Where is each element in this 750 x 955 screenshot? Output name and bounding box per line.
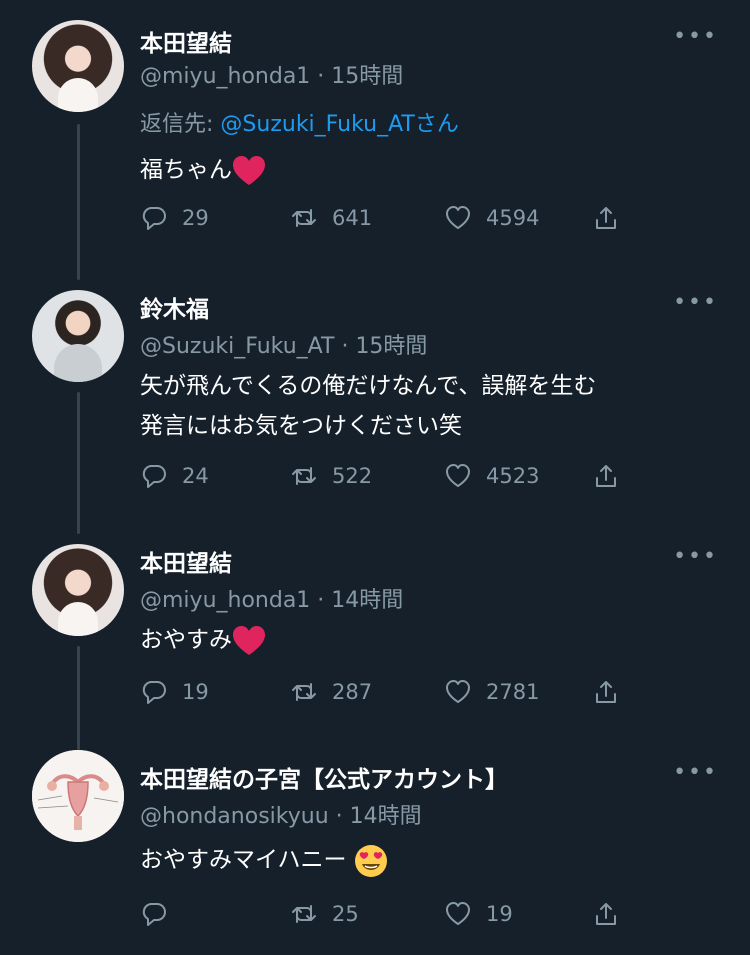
share-icon: [596, 681, 616, 703]
handle-line: @Suzuki_Fuku_AT · 15時間: [140, 328, 427, 360]
handle[interactable]: @miyu_honda1: [140, 588, 310, 613]
retweet-button[interactable]: 287: [290, 678, 372, 706]
retweet-count: 641: [332, 206, 373, 230]
reply-to: 返信先: @Suzuki_Fuku_ATさん: [140, 106, 459, 138]
share-icon: [596, 465, 616, 487]
like-count: 2781: [486, 680, 540, 704]
tweet-text: 福ちゃん: [140, 152, 720, 188]
tweet-actions: 24 522 4523: [140, 462, 640, 492]
display-name[interactable]: 本田望結: [140, 24, 232, 58]
like-count: 4523: [486, 464, 540, 488]
tweet[interactable]: 本田望結 ••• @miyu_honda1 · 15時間 返信先: @Suzuk…: [0, 0, 750, 270]
retweet-count: 287: [332, 680, 373, 704]
heart-icon: [446, 464, 470, 487]
reply-icon: [142, 903, 166, 926]
reply-button[interactable]: 24: [140, 462, 209, 490]
like-button[interactable]: 4594: [444, 204, 539, 232]
like-count: 4594: [486, 206, 540, 230]
tweet-text-content: おやすみマイハニー: [140, 847, 347, 873]
retweet-count: 522: [332, 464, 373, 488]
retweet-count: 25: [332, 902, 359, 926]
avatar[interactable]: [32, 290, 124, 382]
display-name[interactable]: 本田望結の子宮【公式アカウント】: [140, 760, 508, 794]
timestamp[interactable]: 15時間: [331, 64, 403, 89]
avatar[interactable]: [32, 750, 124, 842]
reply-button[interactable]: 19: [140, 678, 209, 706]
like-button[interactable]: 2781: [444, 678, 539, 706]
like-count: 19: [486, 902, 513, 926]
share-button[interactable]: [592, 204, 620, 232]
handle[interactable]: @hondanosikyuu: [140, 804, 329, 829]
reply-icon: [142, 465, 166, 488]
avatar[interactable]: [32, 20, 124, 112]
share-button[interactable]: [592, 900, 620, 928]
share-icon: [596, 207, 616, 229]
tweet-text-content: おやすみ: [140, 627, 232, 653]
heart-icon: [446, 902, 470, 925]
retweet-icon: [292, 467, 316, 485]
reply-label: 返信先:: [140, 112, 214, 137]
reply-button[interactable]: 29: [140, 204, 209, 232]
diagram-avatar-image: [32, 750, 124, 842]
retweet-icon: [292, 209, 316, 227]
more-options-icon[interactable]: •••: [673, 290, 718, 315]
share-icon: [596, 903, 616, 925]
tweet-text: 矢が飛んでくるの俺だけなんで、誤解を生む 発言にはお気をつけください笑: [140, 368, 720, 444]
handle-line: @miyu_honda1 · 14時間: [140, 582, 403, 614]
share-button[interactable]: [592, 678, 620, 706]
reply-count: 29: [182, 206, 209, 230]
reply-icon: [142, 207, 166, 230]
handle-line: @hondanosikyuu · 14時間: [140, 798, 422, 830]
handle-line: @miyu_honda1 · 15時間: [140, 58, 403, 90]
retweet-icon: [292, 683, 316, 701]
tweet-actions: 25 19: [140, 900, 640, 930]
display-name[interactable]: 鈴木福: [140, 290, 209, 324]
tweet-actions: 29 641 4594: [140, 204, 640, 234]
tweet[interactable]: 鈴木福 ••• @Suzuki_Fuku_AT · 15時間 矢が飛んでくるの俺…: [0, 270, 750, 540]
retweet-icon: [292, 905, 316, 923]
more-options-icon[interactable]: •••: [673, 760, 718, 785]
timestamp[interactable]: 14時間: [331, 588, 403, 613]
tweet-text-line: 矢が飛んでくるの俺だけなんで、誤解を生む: [140, 373, 597, 399]
reply-to-link[interactable]: @Suzuki_Fuku_ATさん: [220, 112, 458, 137]
reply-button[interactable]: [140, 900, 182, 928]
avatar[interactable]: [32, 544, 124, 636]
heart-emoji-icon: [233, 155, 265, 185]
like-button[interactable]: 19: [444, 900, 513, 928]
reply-count: 19: [182, 680, 209, 704]
retweet-button[interactable]: 641: [290, 204, 372, 232]
tweet-text-content: 福ちゃん: [140, 157, 232, 183]
tweet-text-line: 発言にはお気をつけください笑: [140, 413, 462, 439]
heart-icon: [446, 206, 470, 229]
display-name[interactable]: 本田望結: [140, 544, 232, 578]
retweet-button[interactable]: 25: [290, 900, 359, 928]
reply-count: 24: [182, 464, 209, 488]
separator: ·: [317, 588, 325, 613]
tweet[interactable]: 本田望結 ••• @miyu_honda1 · 14時間 おやすみ 19 287…: [0, 524, 750, 744]
heart-eyes-emoji-icon: [354, 844, 387, 877]
reply-icon: [142, 681, 166, 704]
share-button[interactable]: [592, 462, 620, 490]
retweet-button[interactable]: 522: [290, 462, 372, 490]
separator: ·: [335, 804, 343, 829]
handle[interactable]: @miyu_honda1: [140, 64, 310, 89]
like-button[interactable]: 4523: [444, 462, 539, 490]
timestamp[interactable]: 15時間: [355, 334, 427, 359]
tweet-text: おやすみマイハニー: [140, 842, 720, 878]
heart-icon: [446, 680, 470, 703]
more-options-icon[interactable]: •••: [673, 24, 718, 49]
timestamp[interactable]: 14時間: [350, 804, 422, 829]
tweet-text: おやすみ: [140, 622, 720, 658]
more-options-icon[interactable]: •••: [673, 544, 718, 569]
separator: ·: [317, 64, 325, 89]
handle[interactable]: @Suzuki_Fuku_AT: [140, 334, 334, 359]
tweet-actions: 19 287 2781: [140, 678, 640, 708]
heart-emoji-icon: [233, 625, 265, 655]
tweet[interactable]: 本田望結の子宮【公式アカウント】 ••• @hondanosikyuu · 14…: [0, 740, 750, 955]
separator: ·: [341, 334, 349, 359]
